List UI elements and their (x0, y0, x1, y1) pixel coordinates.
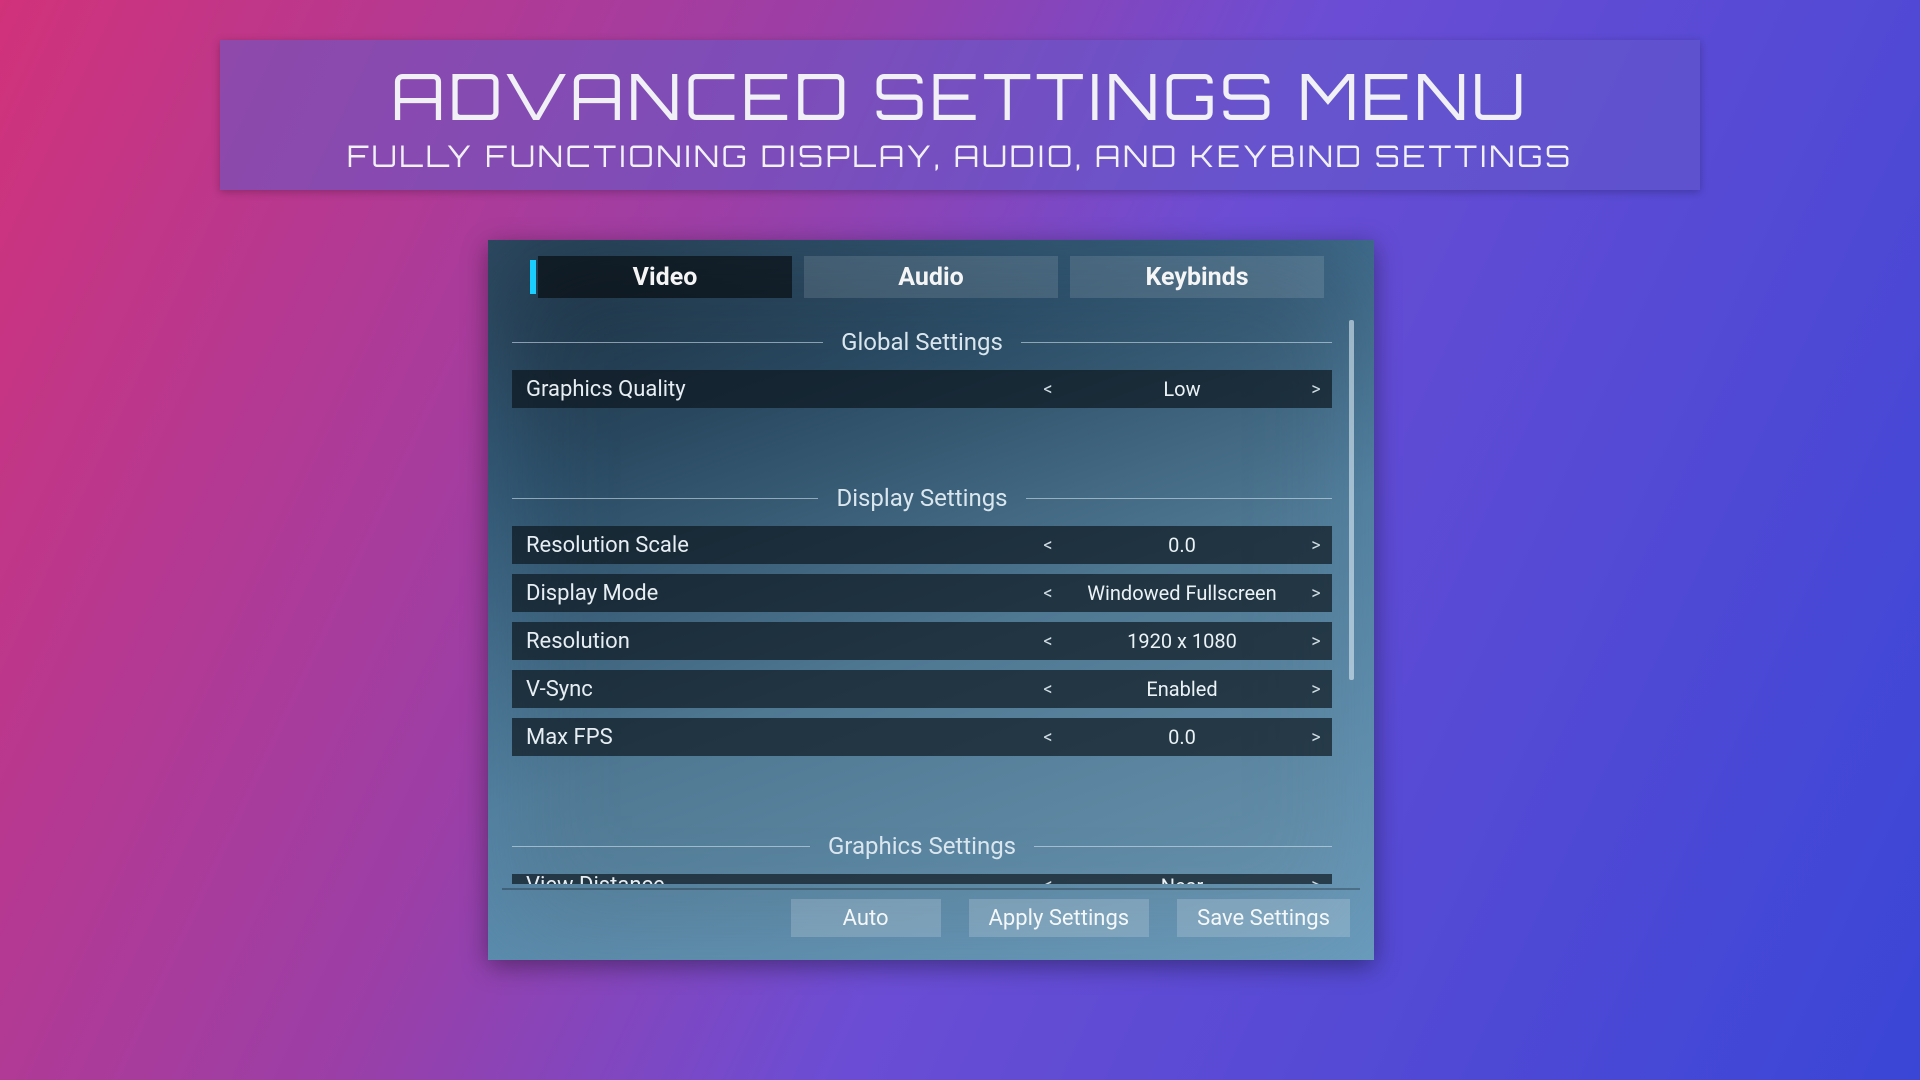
row-vsync: V-Sync < Enabled > (512, 670, 1332, 708)
banner-title: ADVANCED SETTINGS MENU (391, 55, 1529, 136)
row-display-mode: Display Mode < Windowed Fullscreen > (512, 574, 1332, 612)
row-max-fps: Max FPS < 0.0 > (512, 718, 1332, 756)
section-title-global: Global Settings (841, 328, 1003, 356)
divider-icon (512, 498, 818, 499)
selector-display-mode: < Windowed Fullscreen > (1032, 574, 1332, 612)
selector-resolution-scale: < 0.0 > (1032, 526, 1332, 564)
prev-button[interactable]: < (1032, 727, 1064, 748)
value-display-mode: Windowed Fullscreen (1064, 581, 1300, 605)
selector-max-fps: < 0.0 > (1032, 718, 1332, 756)
value-view-distance: Near (1064, 874, 1300, 884)
section-header-graphics: Graphics Settings (512, 832, 1332, 860)
selector-vsync: < Enabled > (1032, 670, 1332, 708)
divider-icon (1034, 846, 1332, 847)
auto-button[interactable]: Auto (791, 899, 941, 937)
value-max-fps: 0.0 (1064, 725, 1300, 749)
divider-icon (512, 342, 823, 343)
label-display-mode: Display Mode (512, 574, 1032, 612)
apply-settings-label: Apply Settings (989, 906, 1130, 931)
tab-keybinds-label: Keybinds (1145, 263, 1248, 292)
row-graphics-quality: Graphics Quality < Low > (512, 370, 1332, 408)
settings-panel: Video Audio Keybinds Global Settings Gra… (488, 240, 1374, 960)
label-graphics-quality: Graphics Quality (512, 370, 1032, 408)
section-title-display: Display Settings (836, 484, 1007, 512)
divider-icon (512, 846, 810, 847)
button-bar: Auto Apply Settings Save Settings (502, 888, 1360, 946)
auto-button-label: Auto (843, 906, 889, 931)
next-button[interactable]: > (1300, 631, 1332, 652)
divider-icon (1021, 342, 1332, 343)
value-graphics-quality: Low (1064, 377, 1300, 401)
divider-icon (1026, 498, 1332, 499)
tab-audio[interactable]: Audio (804, 256, 1058, 298)
label-resolution: Resolution (512, 622, 1032, 660)
prev-button[interactable]: < (1032, 379, 1064, 400)
next-button[interactable]: > (1300, 583, 1332, 604)
next-button[interactable]: > (1300, 535, 1332, 556)
label-max-fps: Max FPS (512, 718, 1032, 756)
row-view-distance: View Distance < Near > (512, 874, 1332, 884)
section-header-global: Global Settings (512, 328, 1332, 356)
prev-button[interactable]: < (1032, 535, 1064, 556)
tab-video-label: Video (633, 263, 698, 292)
selector-resolution: < 1920 x 1080 > (1032, 622, 1332, 660)
next-button[interactable]: > (1300, 679, 1332, 700)
tab-audio-label: Audio (898, 263, 963, 292)
prev-button[interactable]: < (1032, 631, 1064, 652)
section-header-display: Display Settings (512, 484, 1332, 512)
next-button[interactable]: > (1300, 379, 1332, 400)
label-view-distance: View Distance (512, 874, 1032, 884)
next-button[interactable]: > (1300, 874, 1332, 884)
prev-button[interactable]: < (1032, 874, 1064, 884)
apply-settings-button[interactable]: Apply Settings (969, 899, 1150, 937)
tab-keybinds[interactable]: Keybinds (1070, 256, 1324, 298)
next-button[interactable]: > (1300, 727, 1332, 748)
selector-graphics-quality: < Low > (1032, 370, 1332, 408)
value-vsync: Enabled (1064, 677, 1300, 701)
prev-button[interactable]: < (1032, 583, 1064, 604)
title-banner: ADVANCED SETTINGS MENU FULLY FUNCTIONING… (220, 40, 1700, 190)
tab-bar: Video Audio Keybinds (502, 250, 1360, 298)
prev-button[interactable]: < (1032, 679, 1064, 700)
row-resolution: Resolution < 1920 x 1080 > (512, 622, 1332, 660)
tab-video[interactable]: Video (538, 256, 792, 298)
save-settings-button[interactable]: Save Settings (1177, 899, 1350, 937)
section-title-graphics: Graphics Settings (828, 832, 1016, 860)
row-resolution-scale: Resolution Scale < 0.0 > (512, 526, 1332, 564)
value-resolution-scale: 0.0 (1064, 533, 1300, 557)
save-settings-label: Save Settings (1197, 906, 1330, 931)
label-resolution-scale: Resolution Scale (512, 526, 1032, 564)
settings-scroll-area[interactable]: Global Settings Graphics Quality < Low >… (502, 310, 1360, 884)
value-resolution: 1920 x 1080 (1064, 629, 1300, 653)
scrollbar-thumb[interactable] (1349, 320, 1354, 680)
banner-subtitle: FULLY FUNCTIONING DISPLAY, AUDIO, AND KE… (347, 138, 1573, 175)
selector-view-distance: < Near > (1032, 874, 1332, 884)
label-vsync: V-Sync (512, 670, 1032, 708)
